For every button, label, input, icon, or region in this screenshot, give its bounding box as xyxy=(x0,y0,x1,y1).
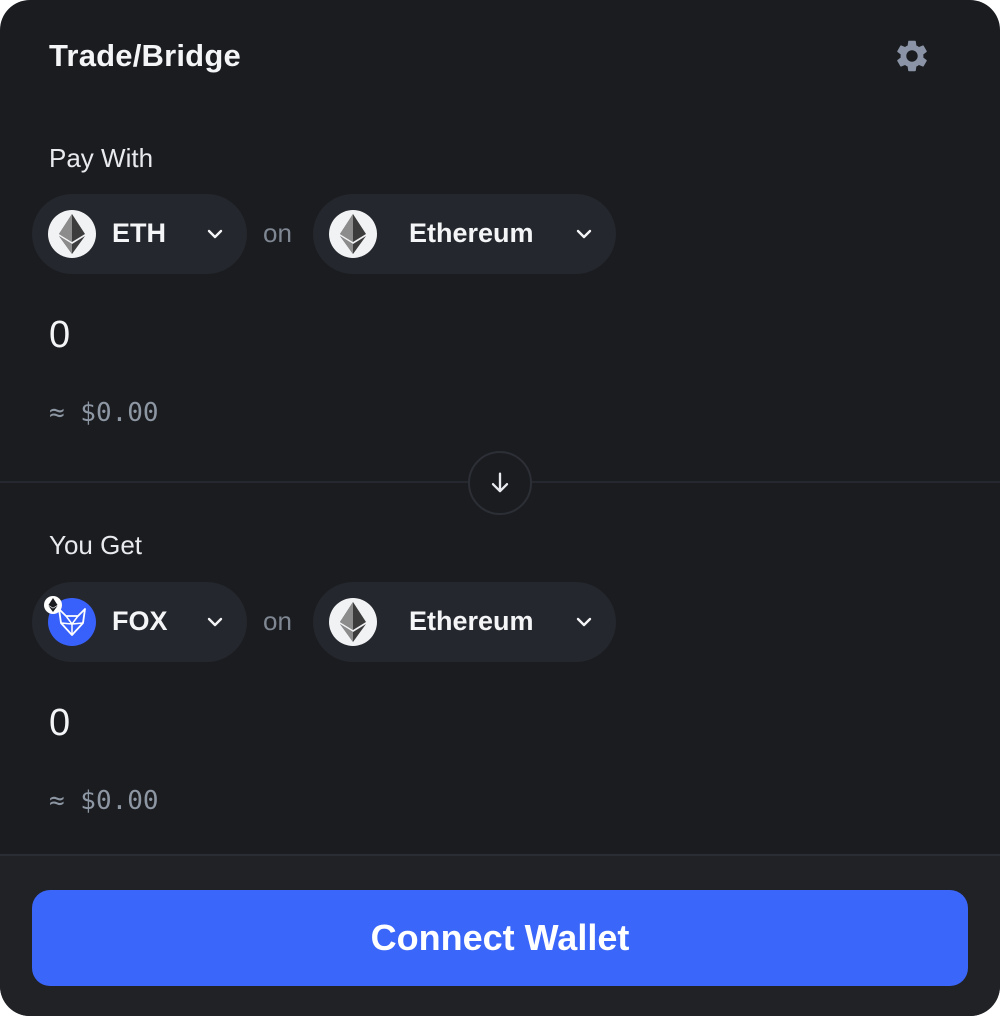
page-title: Trade/Bridge xyxy=(49,38,241,73)
on-text: on xyxy=(263,606,292,636)
trade-card: Trade/Bridge Pay With ETH on Ethereum 0 … xyxy=(0,0,1000,1016)
get-asset-symbol: FOX xyxy=(112,606,168,636)
get-fiat-value: ≈ $0.00 xyxy=(49,786,159,816)
get-amount-input[interactable]: 0 xyxy=(49,702,70,745)
ethereum-icon xyxy=(48,210,96,258)
swap-direction-button[interactable] xyxy=(468,451,532,515)
ethereum-icon xyxy=(329,598,377,646)
arrow-down-icon xyxy=(491,472,509,493)
on-text: on xyxy=(263,218,292,248)
chevron-down-icon xyxy=(203,610,227,634)
pay-chain-selector[interactable]: Ethereum xyxy=(313,194,616,274)
pay-asset-selector[interactable]: ETH xyxy=(32,194,247,274)
gear-icon[interactable] xyxy=(893,37,931,75)
pay-fiat-value: ≈ $0.00 xyxy=(49,398,159,428)
get-chain-selector[interactable]: Ethereum xyxy=(313,582,616,662)
connect-wallet-button[interactable]: Connect Wallet xyxy=(32,890,968,986)
footer: Connect Wallet xyxy=(0,854,1000,1016)
you-get-label: You Get xyxy=(49,530,143,560)
ethereum-badge-icon xyxy=(44,596,62,614)
pay-chain-name: Ethereum xyxy=(409,218,534,248)
chevron-down-icon xyxy=(572,610,596,634)
pay-asset-symbol: ETH xyxy=(112,218,166,248)
get-asset-selector[interactable]: FOX xyxy=(32,582,247,662)
ethereum-icon xyxy=(329,210,377,258)
pay-amount-input[interactable]: 0 xyxy=(49,314,70,357)
chevron-down-icon xyxy=(203,222,227,246)
get-chain-name: Ethereum xyxy=(409,606,534,636)
pay-with-label: Pay With xyxy=(49,143,154,173)
chevron-down-icon xyxy=(572,222,596,246)
